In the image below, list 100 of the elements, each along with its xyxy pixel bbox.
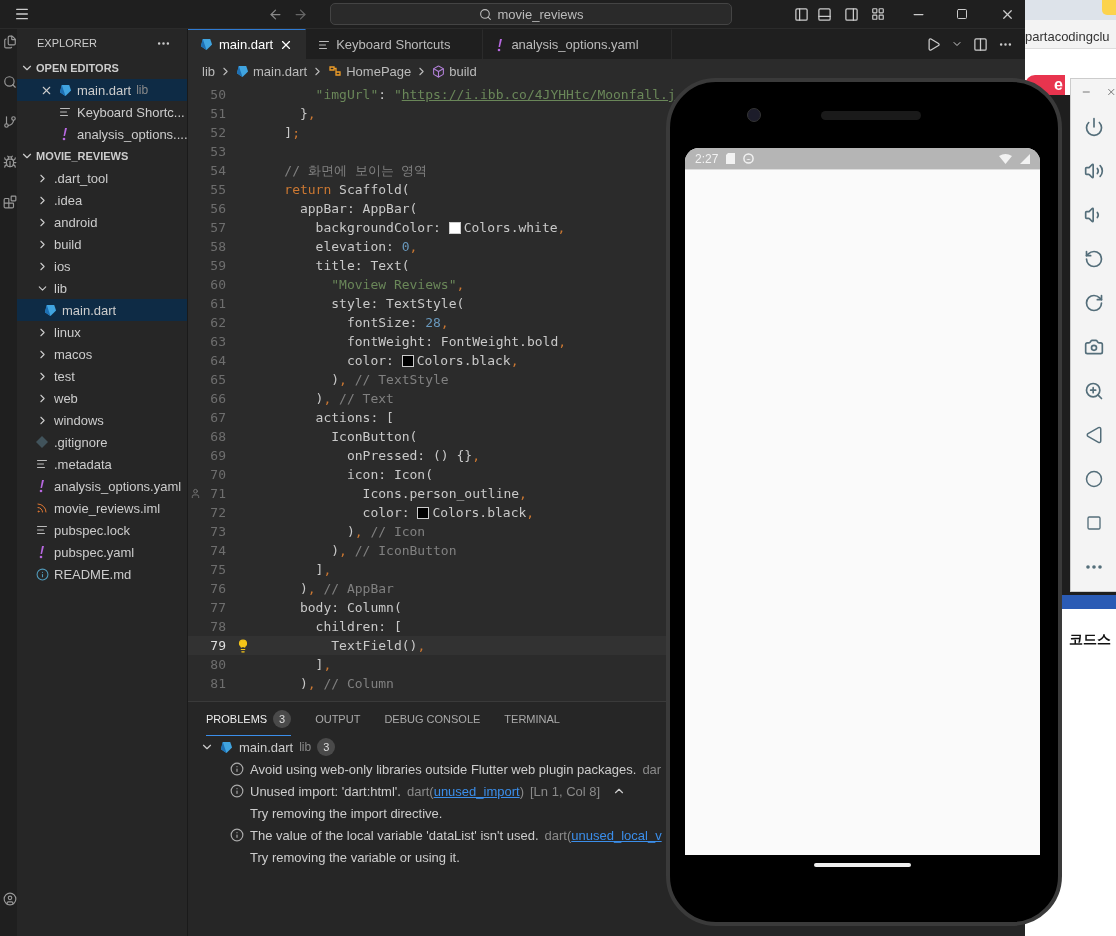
code-line: elevation: 0, <box>314 239 418 254</box>
folder-item[interactable]: test <box>17 365 187 387</box>
branch-icon[interactable] <box>3 115 17 129</box>
account-icon[interactable] <box>3 892 17 906</box>
line-number: 60 <box>209 277 226 292</box>
line-number: 68 <box>209 429 226 444</box>
problem-message[interactable]: Avoid using web-only libraries outside Flutter web plugin packages. <box>250 761 637 777</box>
problem-message[interactable]: Unused import: 'dart:html'. <box>250 783 401 799</box>
code-line: ], <box>314 657 332 672</box>
folder-item[interactable]: android <box>17 211 187 233</box>
panel-tab[interactable]: DEBUG CONSOLE <box>384 702 481 736</box>
panel-tab[interactable]: OUTPUT <box>315 702 361 736</box>
line-number: 71 <box>209 486 226 501</box>
file-item[interactable]: pubspec.yaml <box>17 541 187 563</box>
lightbulb-icon[interactable] <box>236 638 250 653</box>
dart-file-icon <box>220 740 233 754</box>
line-number: 56 <box>209 201 226 216</box>
folder-item[interactable]: lib <box>17 277 187 299</box>
problem-hint: Try removing the import directive. <box>250 805 443 821</box>
lines-icon <box>36 524 48 536</box>
open-editor-item[interactable]: analysis_options.... <box>17 123 187 145</box>
breadcrumb[interactable]: HomePage <box>328 63 412 79</box>
breadcrumb[interactable]: main.dart <box>236 63 308 79</box>
folder-item[interactable]: linux <box>17 321 187 343</box>
folder-item[interactable]: macos <box>17 343 187 365</box>
blocks-icon[interactable] <box>3 195 17 209</box>
line-number: 74 <box>209 543 226 558</box>
rule-link[interactable]: unused_local_v <box>571 827 662 843</box>
panel-bottom-icon[interactable] <box>817 6 832 22</box>
editor-tab[interactable]: main.dart <box>188 29 307 59</box>
search-icon[interactable] <box>3 75 17 89</box>
explorer-title: EXPLORER <box>37 37 97 49</box>
project-header[interactable]: MOVIE_REVIEWS <box>17 145 187 167</box>
search-field[interactable]: movie_reviews <box>330 3 732 25</box>
breadcrumb[interactable]: lib <box>202 63 215 79</box>
line-number: 70 <box>209 467 226 482</box>
status-time: 2:27 <box>695 151 719 166</box>
file-item[interactable]: .metadata <box>17 453 187 475</box>
diamond-icon <box>36 436 48 448</box>
rule-link[interactable]: unused_import <box>433 783 520 799</box>
back-arrow-icon[interactable] <box>268 6 283 22</box>
panel-tab[interactable]: TERMINAL <box>504 702 560 736</box>
smiley-icon <box>743 153 755 164</box>
address-bar[interactable]: partacodingclu <box>1025 20 1116 49</box>
folder-item[interactable]: web <box>17 387 187 409</box>
square-icon <box>1085 515 1102 531</box>
line-number: 62 <box>209 315 226 330</box>
layout-grid-icon[interactable] <box>871 7 885 21</box>
file-item[interactable]: pubspec.lock <box>17 519 187 541</box>
run-icon[interactable] <box>926 36 941 52</box>
file-item[interactable]: .gitignore <box>17 431 187 453</box>
code-line: style: TextStyle( <box>330 296 465 311</box>
open-editor-item[interactable]: Keyboard Shortc... <box>17 101 187 123</box>
code-line: Icons.person_outline, <box>361 486 527 501</box>
exclamation-icon <box>37 479 47 493</box>
files-icon[interactable] <box>3 35 17 49</box>
power-icon <box>1083 117 1104 137</box>
lines-icon <box>318 38 331 51</box>
folder-item[interactable]: ios <box>17 255 187 277</box>
rss-icon <box>36 502 48 514</box>
panel-tab[interactable]: PROBLEMS 3 <box>206 702 292 736</box>
panel-left-icon[interactable] <box>794 6 809 22</box>
panel-right-icon[interactable] <box>844 6 859 22</box>
split-editor-icon[interactable] <box>973 36 988 52</box>
page-heading: 코드스 <box>1069 631 1112 649</box>
volume-up-icon <box>1083 161 1104 181</box>
file-item[interactable]: movie_reviews.iml <box>17 497 187 519</box>
dart-file-icon <box>43 303 57 317</box>
maximize-icon[interactable] <box>956 8 968 20</box>
search-text: movie_reviews <box>497 6 584 22</box>
forward-arrow-icon[interactable] <box>293 6 308 22</box>
menu-icon[interactable] <box>14 6 30 22</box>
speaker-icon <box>821 110 921 120</box>
code-line: fontWeight: FontWeight.bold, <box>345 334 567 349</box>
folder-item[interactable]: .dart_tool <box>17 167 187 189</box>
folder-item[interactable]: build <box>17 233 187 255</box>
file-item[interactable]: README.md <box>17 563 187 585</box>
code-line: title: Text( <box>314 258 410 273</box>
problem-message[interactable]: The value of the local variable 'dataList' isn't used. <box>250 827 539 843</box>
lines-icon <box>36 458 48 470</box>
folder-item[interactable]: windows <box>17 409 187 431</box>
line-number: 59 <box>209 258 226 273</box>
info-icon <box>35 567 49 581</box>
folder-item[interactable]: .idea <box>17 189 187 211</box>
bug-icon[interactable] <box>3 155 17 169</box>
file-item[interactable]: analysis_options.yaml <box>17 475 187 497</box>
problem-source: ) <box>519 783 524 799</box>
line-number: 76 <box>209 581 226 596</box>
code-line: ), // IconButton <box>330 543 457 558</box>
open-editors-header[interactable]: OPEN EDITORS <box>17 57 187 79</box>
open-editor-item[interactable]: main.dart lib <box>17 79 187 101</box>
problem-file-row[interactable]: main.dart lib 3 <box>188 736 336 758</box>
breadcrumb[interactable]: build <box>432 63 477 79</box>
line-number: 51 <box>209 106 226 121</box>
file-item[interactable]: main.dart <box>17 299 187 321</box>
code-line: fontSize: 28, <box>345 315 449 330</box>
rotate-left-icon <box>1083 249 1104 269</box>
code-line: "imgUrl": "https://i.ibb.co/4JYHHtc/Moonfall.j <box>314 87 676 102</box>
problem-source: dart( <box>406 783 434 799</box>
line-number: 67 <box>209 410 226 425</box>
